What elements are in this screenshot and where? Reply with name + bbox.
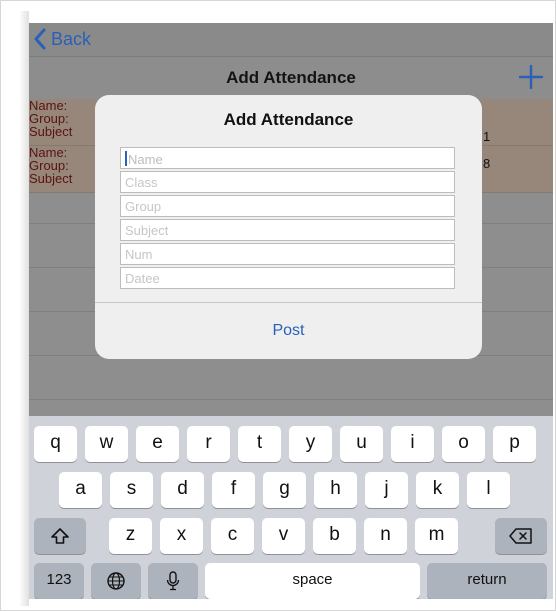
key-o[interactable]: o: [442, 426, 485, 462]
plus-icon[interactable]: [517, 63, 545, 91]
list-item-labels: Name: Group: Subject: [29, 146, 72, 185]
key-r[interactable]: r: [187, 426, 230, 462]
name-field[interactable]: Name: [120, 147, 455, 169]
key-g[interactable]: g: [263, 472, 306, 508]
class-field[interactable]: Class: [120, 171, 455, 193]
microphone-icon: [166, 571, 180, 591]
key-n[interactable]: n: [364, 518, 407, 554]
phone-screen: Back Add Attendance Name: Group: Subject…: [29, 23, 553, 599]
key-w[interactable]: w: [85, 426, 128, 462]
globe-key[interactable]: [91, 563, 141, 599]
row-separator: [29, 399, 553, 400]
key-b[interactable]: b: [313, 518, 356, 554]
subject-label: Subject: [29, 171, 73, 186]
subject-label: Subject: [29, 124, 73, 139]
key-e[interactable]: e: [136, 426, 179, 462]
list-item-value: 8: [483, 156, 491, 171]
numbers-key[interactable]: 123: [34, 563, 84, 599]
dialog-title: Add Attendance: [223, 110, 354, 129]
add-attendance-dialog: Add Attendance Name Class Group Subject …: [95, 95, 482, 359]
subject-field[interactable]: Subject: [120, 219, 455, 241]
key-q[interactable]: q: [34, 426, 77, 462]
page-title: Add Attendance: [226, 68, 356, 87]
top-bar: Back: [29, 23, 553, 56]
back-button[interactable]: Back: [33, 26, 91, 52]
key-m[interactable]: m: [415, 518, 458, 554]
globe-icon: [107, 572, 125, 590]
key-u[interactable]: u: [340, 426, 383, 462]
date-field[interactable]: Datee: [120, 267, 455, 289]
key-i[interactable]: i: [391, 426, 434, 462]
key-d[interactable]: d: [161, 472, 204, 508]
chevron-left-icon: [34, 28, 46, 50]
group-field[interactable]: Group: [120, 195, 455, 217]
key-k[interactable]: k: [416, 472, 459, 508]
back-label: Back: [51, 29, 92, 49]
key-j[interactable]: j: [365, 472, 408, 508]
list-item-labels: Name: Group: Subject: [29, 99, 72, 138]
key-a[interactable]: a: [59, 472, 102, 508]
app-frame: Back Add Attendance Name: Group: Subject…: [0, 0, 556, 611]
num-field[interactable]: Num: [120, 243, 455, 265]
key-l[interactable]: l: [467, 472, 510, 508]
name-placeholder: Name: [128, 152, 163, 167]
list-item-value: 1: [483, 129, 491, 144]
return-key[interactable]: return: [427, 563, 547, 599]
key-t[interactable]: t: [238, 426, 281, 462]
delete-key[interactable]: [495, 518, 547, 554]
key-s[interactable]: s: [110, 472, 153, 508]
key-c[interactable]: c: [211, 518, 254, 554]
shift-icon: [51, 528, 69, 544]
text-cursor: [125, 151, 127, 166]
key-x[interactable]: x: [160, 518, 203, 554]
shift-key[interactable]: [34, 518, 86, 554]
key-y[interactable]: y: [289, 426, 332, 462]
navigation-bar: Add Attendance: [29, 56, 553, 100]
key-p[interactable]: p: [493, 426, 536, 462]
frame-shadow: [19, 11, 29, 606]
keyboard: q w e r t y u i o p a s d f g h j k l z: [29, 416, 553, 599]
key-v[interactable]: v: [262, 518, 305, 554]
dictation-key[interactable]: [148, 563, 198, 599]
post-button[interactable]: Post: [95, 303, 482, 359]
backspace-icon: [509, 528, 532, 544]
key-h[interactable]: h: [314, 472, 357, 508]
key-z[interactable]: z: [109, 518, 152, 554]
key-f[interactable]: f: [212, 472, 255, 508]
space-key[interactable]: space: [205, 563, 420, 599]
